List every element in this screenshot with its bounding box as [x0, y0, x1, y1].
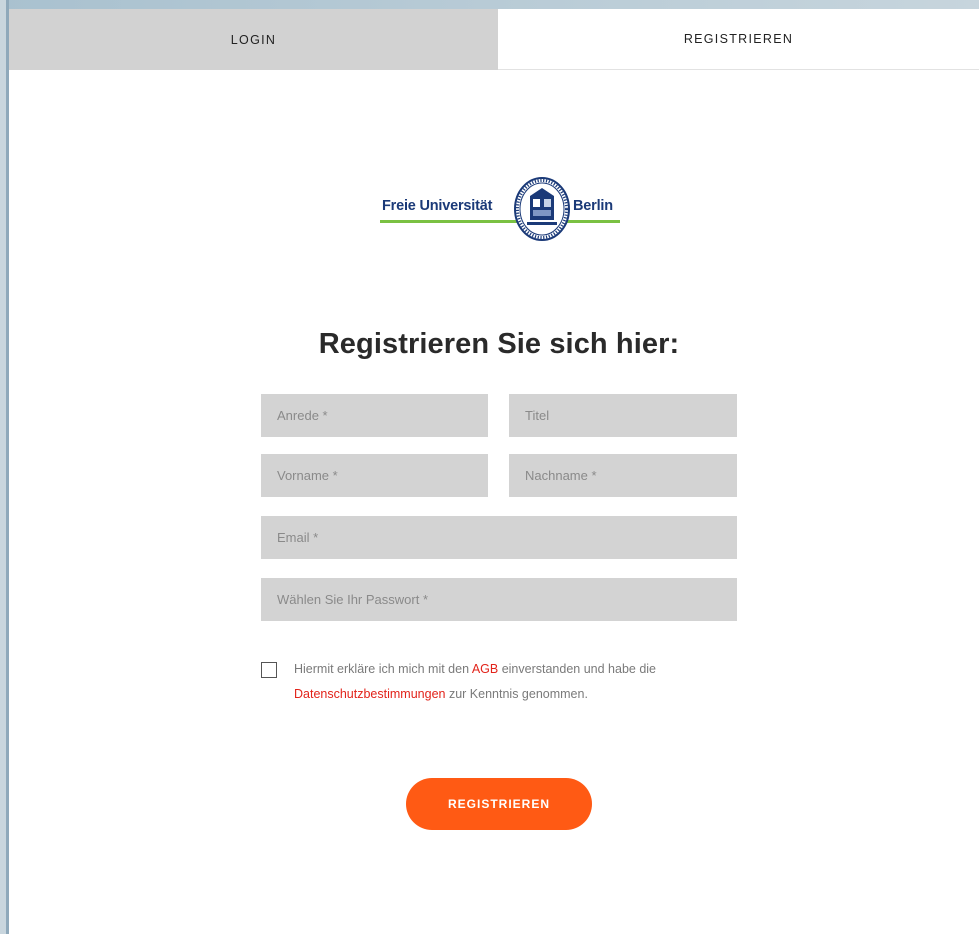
university-seal-icon — [514, 177, 570, 241]
logo-underline — [380, 220, 620, 223]
window-left-edge — [0, 0, 9, 934]
tab-register[interactable]: REGISTRIEREN — [498, 9, 979, 70]
privacy-policy-link[interactable]: Datenschutzbestimmungen — [294, 687, 445, 701]
register-button[interactable]: REGISTRIEREN — [406, 778, 592, 830]
university-logo: Freie Universität Berlin — [380, 176, 620, 244]
page-title: Registrieren Sie sich hier: — [318, 328, 680, 360]
tab-login[interactable]: LOGIN — [9, 9, 498, 70]
agb-link[interactable]: AGB — [472, 662, 498, 676]
first-name-field[interactable] — [261, 454, 488, 497]
logo-text-right: Berlin — [573, 198, 613, 214]
consent-text-part3: zur Kenntnis genommen. — [445, 687, 588, 701]
last-name-field[interactable] — [509, 454, 737, 497]
consent-text-part1: Hiermit erkläre ich mich mit den — [294, 662, 472, 676]
password-field[interactable] — [261, 578, 737, 621]
registration-page: LOGIN REGISTRIEREN Freie Universität Ber… — [0, 0, 979, 934]
consent-text: Hiermit erkläre ich mich mit den AGB ein… — [294, 657, 744, 707]
consent-checkbox[interactable] — [261, 662, 277, 678]
logo-text-left: Freie Universität — [382, 198, 493, 214]
title-field[interactable] — [509, 394, 737, 437]
window-top-edge — [0, 0, 979, 9]
tab-bar: LOGIN REGISTRIEREN — [9, 9, 979, 70]
email-field[interactable] — [261, 516, 737, 559]
consent-text-part2: einverstanden und habe die — [498, 662, 656, 676]
salutation-field[interactable] — [261, 394, 488, 437]
